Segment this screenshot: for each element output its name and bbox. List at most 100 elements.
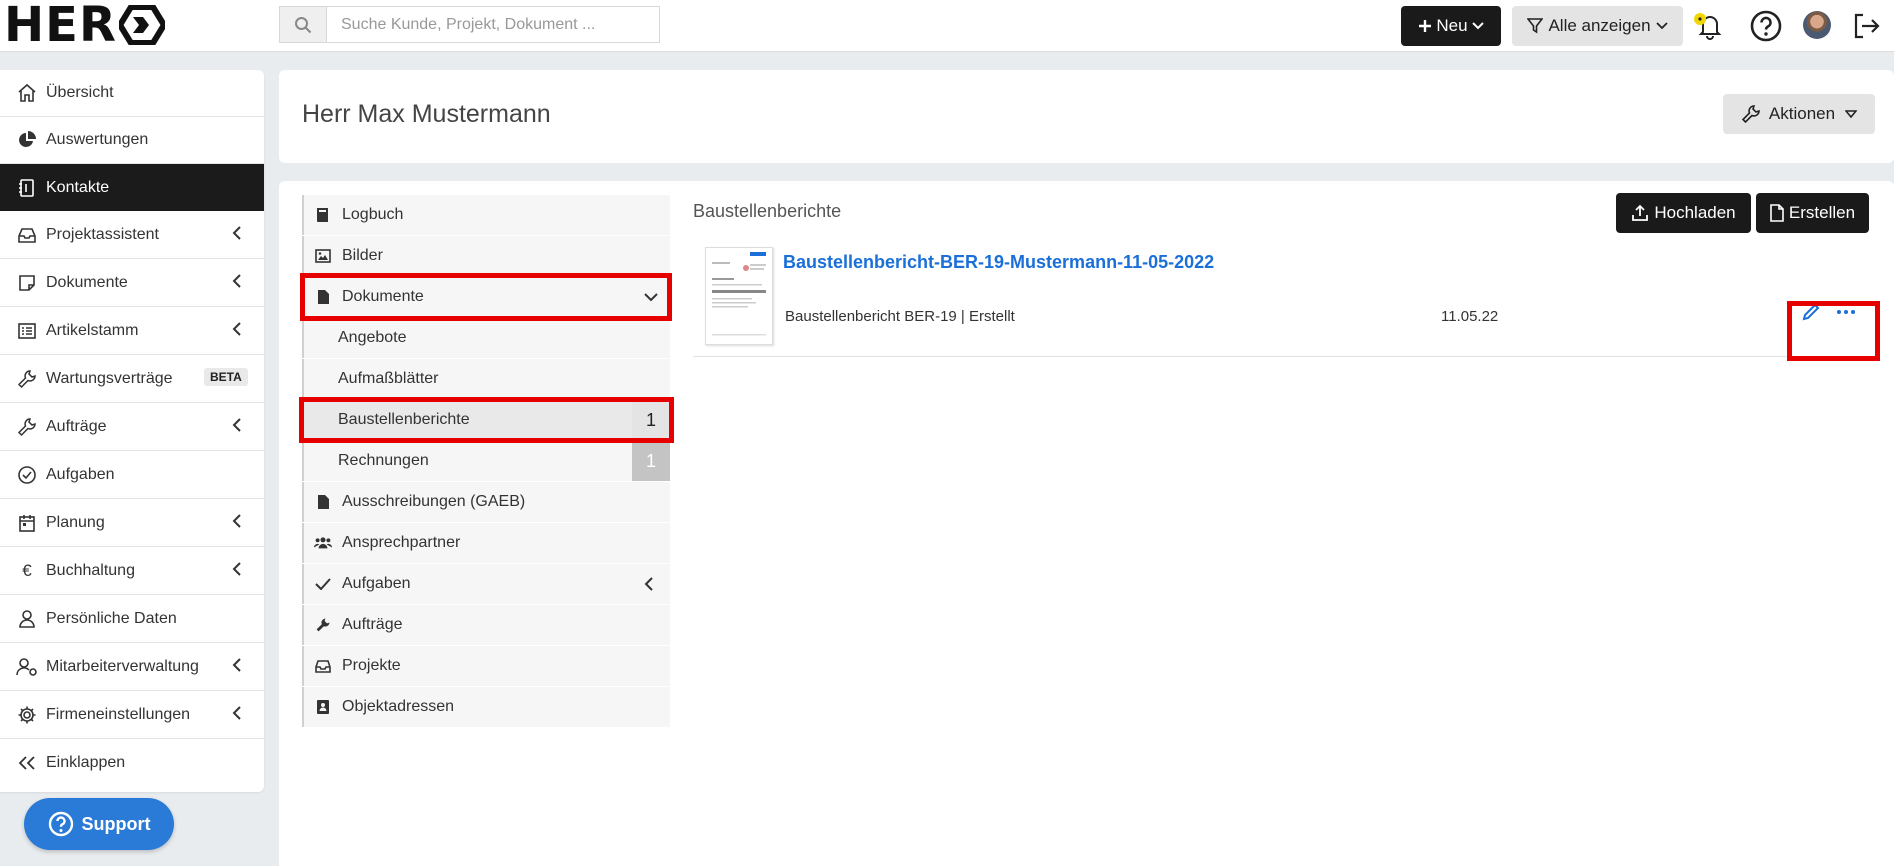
sidebar-item-label: Auswertungen [46,131,149,148]
note-icon [19,274,35,291]
subnav-item-angebote[interactable]: Angebote [302,318,670,358]
help-button[interactable] [1748,8,1784,44]
document-row: Baustellenbericht-BER-19-Mustermann-11-0… [693,246,1876,357]
sidebar-item-label: Firmeneinstellungen [46,705,191,723]
subnav-item-objektadressen[interactable]: Objektadressen [302,687,670,727]
highlight-box [299,397,674,443]
address-book-icon [19,178,34,197]
document-title-link[interactable]: Baustellenbericht-BER-19-Mustermann-11-0… [783,252,1214,273]
calendar-icon [19,514,35,532]
sidebar-collapse-button[interactable]: Einklappen [0,739,264,787]
subnav-item-aufgaben[interactable]: Aufgaben [302,564,670,604]
subnav-item-bilder[interactable]: Bilder [302,236,670,276]
search-icon[interactable] [280,7,327,42]
section-title: Baustellenberichte [693,201,842,221]
sidebar-item-buchhaltung[interactable]: € Buchhaltung [0,547,264,595]
sidebar: Übersicht Auswertungen Kontakte Projekta… [0,70,264,792]
wrench-icon [17,369,36,388]
document-thumbnail[interactable] [705,247,773,345]
create-button-label: Erstellen [1788,203,1856,222]
euro-icon: € [22,560,32,580]
sidebar-item-label: Projektassistent [46,225,159,243]
double-chevron-left-icon [18,756,35,770]
address-card-icon [317,700,329,714]
subnav-item-ausschreibungen[interactable]: Ausschreibungen (GAEB) [302,482,670,522]
sidebar-item-label: Aufgaben [46,465,115,483]
new-button[interactable]: Neu [1401,6,1501,46]
sidebar-item-persoenliche-daten[interactable]: Persönliche Daten [0,595,264,643]
user-avatar[interactable] [1803,11,1831,39]
logo-mark-icon [118,5,165,45]
upload-button[interactable]: Hochladen [1616,193,1751,233]
bell-icon [1694,13,1722,40]
sidebar-item-mitarbeiterverwaltung[interactable]: Mitarbeiterverwaltung [0,643,264,691]
sidebar-item-label: Planung [46,513,105,531]
subnav-item-auftraege[interactable]: Aufträge [302,605,670,645]
chevron-down-icon [1471,22,1484,30]
check-circle-icon [18,465,36,484]
sidebar-item-label: Artikelstamm [46,321,139,339]
sidebar-item-auswertungen[interactable]: Auswertungen [0,117,264,164]
highlight-box [1787,301,1880,361]
subnav-item-label: Rechnungen [338,452,429,469]
chevron-left-icon [644,577,653,591]
list-icon [18,322,36,339]
sidebar-item-label: Kontakte [46,178,110,196]
notifications-button[interactable] [1692,8,1728,44]
subnav-item-aufmassblaetter[interactable]: Aufmaßblätter [302,359,670,399]
hero-logo[interactable]: HER [4,0,165,53]
book-icon [317,208,328,222]
create-button[interactable]: Erstellen [1756,193,1869,233]
pie-chart-icon [19,131,36,147]
upload-button-label: Hochladen [1654,203,1736,222]
logout-button[interactable] [1848,8,1884,44]
highlight-box [300,273,672,321]
inbox-icon [315,660,331,673]
sidebar-item-aufgaben[interactable]: Aufgaben [0,451,264,499]
sidebar-item-firmeneinstellungen[interactable]: Firmeneinstellungen [0,691,264,739]
logo-text: HER [4,0,117,53]
help-icon [1750,10,1782,42]
sidebar-item-uebersicht[interactable]: Übersicht [0,70,264,117]
count-badge: 1 [632,441,670,481]
filter-button[interactable]: Alle anzeigen [1512,6,1683,46]
subnav-item-logbuch[interactable]: Logbuch [302,195,670,235]
sidebar-item-wartungsvertraege[interactable]: Wartungsverträge BETA [0,355,264,403]
sidebar-item-projektassistent[interactable]: Projektassistent [0,211,264,259]
contact-header: Herr Max Mustermann Aktionen [279,70,1894,163]
sidebar-item-label: Persönliche Daten [46,609,177,627]
sidebar-item-artikelstamm[interactable]: Artikelstamm [0,307,264,355]
users-cog-icon [16,657,37,676]
sidebar-item-planung[interactable]: Planung [0,499,264,547]
sidebar-item-label: Dokumente [46,273,128,291]
subnav-item-label: Angebote [338,329,407,346]
support-button[interactable]: Support [24,798,174,850]
chevron-left-icon [232,274,241,288]
subnav-item-projekte[interactable]: Projekte [302,646,670,686]
beta-badge: BETA [204,368,248,386]
chevron-down-icon [1655,22,1668,30]
chevron-left-icon [232,418,241,432]
subnav-item-label: Aufgaben [342,575,411,592]
subnav-item-label: Ausschreibungen (GAEB) [342,493,526,510]
subnav-item-ansprechpartner[interactable]: Ansprechpartner [302,523,670,563]
sidebar-item-label: Einklappen [46,754,126,771]
chevron-left-icon [232,658,241,672]
actions-button-label: Aktionen [1768,104,1836,123]
image-icon [315,249,331,263]
sidebar-item-label: Übersicht [46,84,114,101]
subnav-item-rechnungen[interactable]: Rechnungen 1 [302,441,670,481]
file-icon [1770,204,1784,222]
inbox-icon [18,227,36,243]
check-icon [315,578,331,590]
page-title: Herr Max Mustermann [302,100,551,128]
search-input[interactable] [327,14,643,35]
subnav-item-label: Bilder [342,247,383,264]
sidebar-item-label: Mitarbeiterverwaltung [46,657,199,675]
sidebar-item-dokumente[interactable]: Dokumente [0,259,264,307]
search-bar [279,6,660,43]
sidebar-item-kontakte[interactable]: Kontakte [0,164,264,211]
actions-button[interactable]: Aktionen [1723,94,1875,134]
sidebar-item-label: Wartungsverträge [46,369,173,387]
sidebar-item-auftraege[interactable]: Aufträge [0,403,264,451]
